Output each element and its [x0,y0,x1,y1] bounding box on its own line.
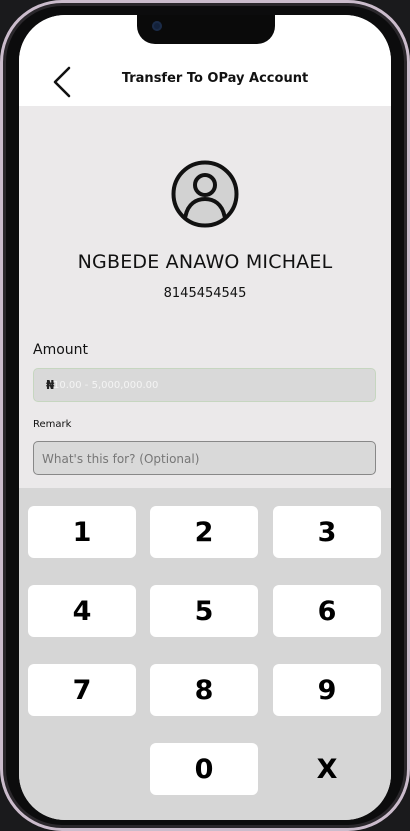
amount-input[interactable] [53,369,363,401]
phone-frame: Transfer To OPay Account NGBEDE ANAWO MI… [0,0,410,831]
key-0[interactable]: 0 [150,743,258,795]
app-screen: Transfer To OPay Account NGBEDE ANAWO MI… [19,15,391,820]
key-2[interactable]: 2 [150,506,258,558]
chevron-left-icon [53,66,71,98]
amount-label: Amount [33,342,89,358]
key-9[interactable]: 9 [273,664,381,716]
remark-label: Remark [33,419,72,430]
camera-icon [152,21,162,31]
recipient-account-number: 8145454545 [163,286,247,301]
key-1[interactable]: 1 [28,506,136,558]
key-7[interactable]: 7 [28,664,136,716]
back-button[interactable] [49,65,75,99]
numeric-keypad: 1 2 3 4 5 6 7 8 9 0 X [19,488,391,820]
notch [137,15,275,44]
amount-field[interactable]: ₦ [33,368,376,402]
page-title: Transfer To OPay Account [121,71,309,86]
key-8[interactable]: 8 [150,664,258,716]
remark-input[interactable] [40,442,374,476]
side-button-left-2 [0,205,3,257]
side-button-left-3 [0,272,3,324]
user-avatar-icon [171,160,239,228]
delete-key[interactable]: X [273,743,381,795]
side-button-left-1 [0,150,3,178]
recipient-name: NGBEDE ANAWO MICHAEL [77,251,333,273]
key-4[interactable]: 4 [28,585,136,637]
remark-field[interactable] [33,441,376,476]
key-5[interactable]: 5 [150,585,258,637]
key-6[interactable]: 6 [273,585,381,637]
key-3[interactable]: 3 [273,506,381,558]
